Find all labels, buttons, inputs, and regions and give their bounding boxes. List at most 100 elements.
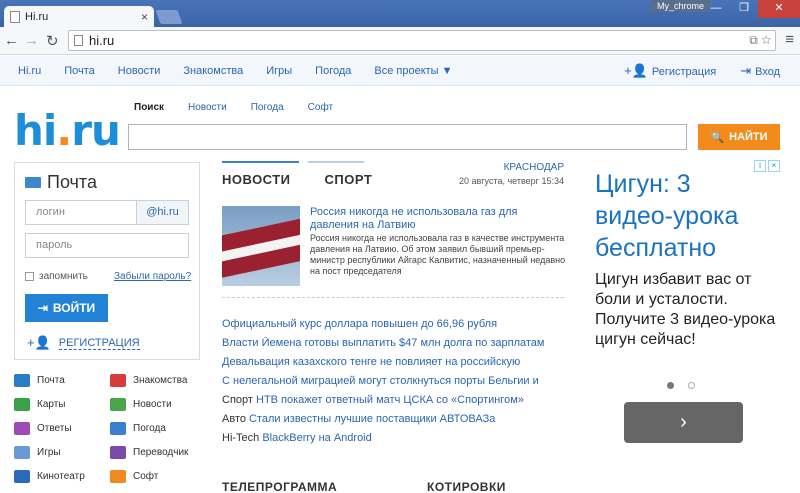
nav-item-mail[interactable]: Почта — [64, 65, 95, 77]
service-label: Игры — [37, 447, 61, 458]
search-tab-weather[interactable]: Погода — [251, 102, 284, 113]
news-item[interactable]: Авто Стали известны лучшие поставщики АВ… — [222, 413, 567, 425]
register-link[interactable]: +👤 Регистрация — [624, 63, 716, 79]
service-icon — [14, 398, 30, 411]
service-icon — [14, 470, 30, 483]
service-icon — [14, 422, 30, 435]
service-item[interactable]: Ответы — [14, 422, 72, 435]
nav-item-dating[interactable]: Знакомства — [183, 65, 243, 77]
lead-news-title[interactable]: Россия никогда не использовала газ для д… — [310, 206, 562, 232]
news-item[interactable]: Спорт НТВ покажет ответный матч ЦСКА со … — [222, 394, 567, 406]
browser-tabstrip: Hi.ru × My_chrome — ❐ ✕ — [0, 0, 800, 27]
ad-block[interactable]: i × Цигун: 3 видео-урока бесплатно Цигун… — [587, 160, 780, 460]
tv-program-heading[interactable]: ТЕЛЕПРОГРАММА — [222, 480, 337, 493]
new-tab-button[interactable] — [155, 10, 183, 24]
quotes-heading[interactable]: КОТИРОВКИ — [427, 480, 506, 493]
service-item[interactable]: Знакомства — [110, 374, 187, 387]
login-button[interactable]: ⇥ ВОЙТИ — [25, 294, 108, 322]
tab-news[interactable]: НОВОСТИ — [222, 172, 291, 187]
site-logo[interactable]: hi.ru — [14, 106, 121, 155]
pager-dot[interactable] — [667, 382, 674, 389]
password-placeholder: пароль — [36, 239, 73, 251]
maximize-button[interactable]: ❐ — [730, 0, 758, 18]
service-item[interactable]: Карты — [14, 398, 66, 411]
nav-item-hiru[interactable]: Hi.ru — [18, 65, 41, 77]
service-icon — [110, 470, 126, 483]
service-label: Переводчик — [133, 447, 189, 458]
login-button-label: ВОЙТИ — [52, 301, 96, 315]
news-headline[interactable]: С нелегальной миграцией могут столкнутьс… — [222, 375, 539, 387]
search-tab-news[interactable]: Новости — [188, 102, 227, 113]
city-link[interactable]: КРАСНОДАР — [504, 162, 564, 173]
login-field[interactable]: логин @hi.ru — [25, 200, 189, 225]
mail-register-link[interactable]: +👤 РЕГИСТРАЦИЯ — [27, 335, 140, 351]
ad-body: Цигун избавит вас от боли и усталости. П… — [595, 271, 776, 348]
service-item[interactable]: Погода — [110, 422, 166, 435]
pager-dot[interactable] — [688, 382, 695, 389]
service-item[interactable]: Новости — [110, 398, 172, 411]
tab-sport[interactable]: СПОРТ — [325, 172, 373, 187]
page-icon — [10, 10, 20, 23]
news-headline[interactable]: Стали известны лучшие поставщики АВТОВАЗ… — [249, 413, 495, 425]
news-item[interactable]: Власти Йемена готовы выплатить $47 млн д… — [222, 337, 567, 349]
forgot-password-link[interactable]: Забыли пароль? — [114, 271, 191, 282]
close-icon[interactable]: × — [141, 10, 148, 24]
register-label: Регистрация — [651, 66, 717, 78]
password-field[interactable]: пароль — [25, 233, 189, 258]
news-headline[interactable]: НТВ покажет ответный матч ЦСКА со «Спорт… — [256, 394, 524, 406]
news-headline[interactable]: Официальный курс доллара повышен до 66,9… — [222, 318, 497, 330]
search-tab-soft[interactable]: Софт — [308, 102, 333, 113]
site-nav-items: Hi.ru Почта Новости Знакомства Игры Пого… — [18, 65, 476, 77]
search-tab-search[interactable]: Поиск — [134, 102, 164, 113]
reload-icon[interactable]: ↻ — [46, 32, 59, 50]
news-image-flag[interactable] — [222, 206, 300, 286]
nav-item-games[interactable]: Игры — [266, 65, 292, 77]
login-link[interactable]: ⇥ Вход — [740, 63, 780, 79]
news-category[interactable]: Авто — [222, 413, 249, 425]
news-item[interactable]: Hi-Tech BlackBerry на Android — [222, 432, 567, 444]
search-button[interactable]: 🔍 НАЙТИ — [698, 124, 780, 150]
news-category[interactable]: Спорт — [222, 394, 256, 406]
service-item[interactable]: Кинотеатр — [14, 470, 85, 483]
service-label: Знакомства — [133, 375, 188, 386]
news-headline[interactable]: Девальвация казахского тенге не повлияет… — [222, 356, 520, 368]
service-label: Погода — [133, 423, 166, 434]
ad-title[interactable]: Цигун: 3 видео-урока бесплатно — [595, 168, 775, 264]
browser-tab[interactable]: Hi.ru × — [4, 6, 154, 27]
service-item[interactable]: Софт — [110, 470, 158, 483]
nav-item-weather[interactable]: Погода — [315, 65, 351, 77]
news-category[interactable]: Hi-Tech — [222, 432, 262, 444]
service-item[interactable]: Игры — [14, 446, 61, 459]
mail-register-label: РЕГИСТРАЦИЯ — [58, 336, 140, 350]
ad-pager — [667, 382, 695, 389]
forward-arrow-icon[interactable]: → — [24, 32, 39, 49]
search-input[interactable] — [128, 124, 687, 150]
nav-item-all-projects[interactable]: Все проекты ▼ — [374, 65, 452, 77]
news-tabs: НОВОСТИ СПОРТ — [222, 172, 372, 187]
menu-icon[interactable]: ≡ — [785, 31, 794, 48]
window-controls: — ❐ ✕ — [702, 0, 800, 18]
remember-checkbox[interactable]: запомнить — [25, 271, 88, 282]
browser-toolbar: ← → ↻ hi.ru ⧉ ☆ ≡ — [0, 27, 800, 55]
minimize-button[interactable]: — — [702, 0, 730, 18]
ad-next-button[interactable]: › — [624, 402, 743, 443]
search-button-label: НАЙТИ — [729, 131, 768, 143]
window-close-button[interactable]: ✕ — [758, 0, 800, 18]
news-item[interactable]: С нелегальной миграцией могут столкнутьс… — [222, 375, 567, 387]
service-item[interactable]: Почта — [14, 374, 65, 387]
news-headline[interactable]: Власти Йемена готовы выплатить $47 млн д… — [222, 337, 545, 349]
service-label: Новости — [133, 399, 172, 410]
news-item[interactable]: Официальный курс доллара повышен до 66,9… — [222, 318, 567, 330]
envelope-icon — [25, 177, 41, 188]
login-icon: ⇥ — [37, 301, 48, 315]
address-bar[interactable]: hi.ru ⧉ ☆ — [68, 30, 776, 51]
service-label: Карты — [37, 399, 66, 410]
checkbox-icon — [25, 272, 34, 281]
service-item[interactable]: Переводчик — [110, 446, 188, 459]
news-headline[interactable]: BlackBerry на Android — [262, 432, 371, 444]
nav-item-news[interactable]: Новости — [118, 65, 161, 77]
back-arrow-icon[interactable]: ← — [4, 32, 19, 49]
news-item[interactable]: Девальвация казахского тенге не повлияет… — [222, 356, 567, 368]
bookmark-star-icon[interactable]: ⧉ ☆ — [749, 31, 771, 50]
service-icon — [110, 446, 126, 459]
